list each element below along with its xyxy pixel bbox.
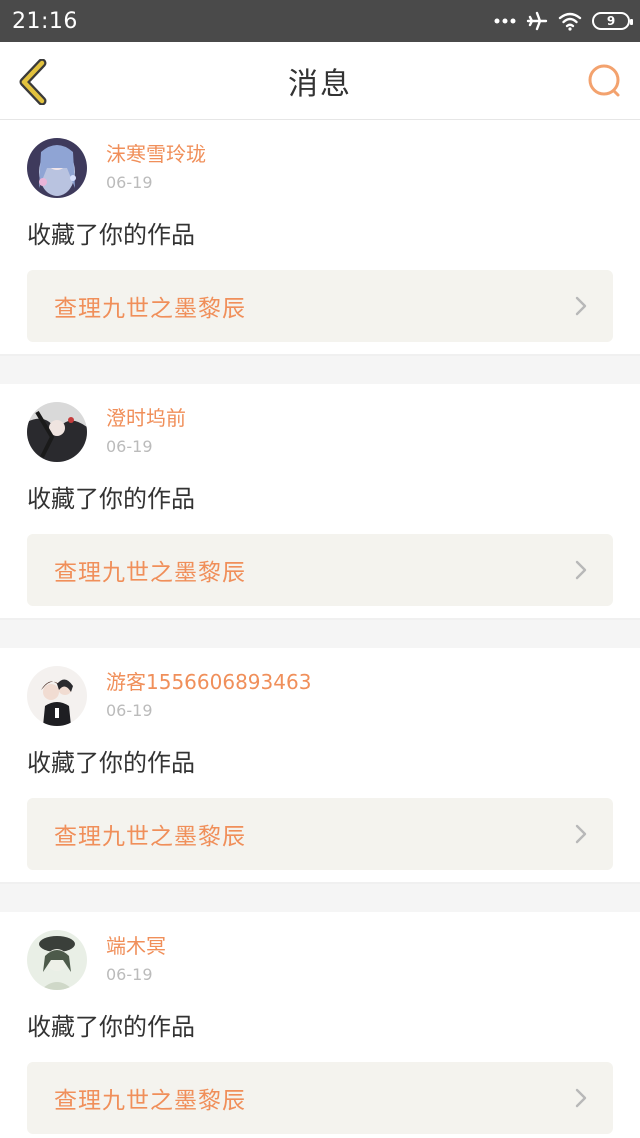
message-card: 端木冥 06-19 收藏了你的作品 查理九世之墨黎辰: [0, 912, 640, 1138]
dots-icon: [494, 17, 516, 25]
chevron-left-icon: [19, 58, 47, 106]
chevron-right-icon: [575, 1088, 587, 1108]
username[interactable]: 澄时坞前: [106, 404, 186, 432]
battery-level: 9: [606, 14, 616, 28]
search-button[interactable]: [586, 62, 624, 100]
work-title: 查理九世之墨黎辰: [54, 560, 246, 586]
message-date: 06-19: [106, 965, 153, 984]
work-title: 查理九世之墨黎辰: [54, 296, 246, 322]
username[interactable]: 游客1556606893463: [106, 668, 311, 696]
back-button[interactable]: [16, 58, 50, 106]
airplane-icon: [526, 11, 548, 31]
message-date: 06-19: [106, 701, 153, 720]
wifi-icon: [558, 11, 582, 31]
message-header: 沫寒雪玲珑 06-19: [27, 138, 613, 198]
battery-icon: 9: [592, 12, 633, 30]
chevron-right-icon: [575, 560, 587, 580]
message-header: 端木冥 06-19: [27, 930, 613, 990]
search-icon: [588, 64, 620, 97]
message-card: 澄时坞前 06-19 收藏了你的作品 查理九世之墨黎辰: [0, 384, 640, 620]
work-title: 查理九世之墨黎辰: [54, 824, 246, 850]
work-link[interactable]: 查理九世之墨黎辰: [27, 270, 613, 342]
work-link[interactable]: 查理九世之墨黎辰: [27, 534, 613, 606]
message-date: 06-19: [106, 173, 153, 192]
avatar[interactable]: [27, 930, 87, 990]
message-date: 06-19: [106, 437, 153, 456]
chevron-right-icon: [575, 296, 587, 316]
work-link[interactable]: 查理九世之墨黎辰: [27, 1062, 613, 1134]
username[interactable]: 沫寒雪玲珑: [106, 140, 206, 168]
message-header: 澄时坞前 06-19: [27, 402, 613, 462]
message-header: 游客1556606893463 06-19: [27, 666, 613, 726]
username[interactable]: 端木冥: [106, 932, 166, 960]
avatar[interactable]: [27, 666, 87, 726]
work-title: 查理九世之墨黎辰: [54, 1088, 246, 1114]
action-text: 收藏了你的作品: [27, 749, 195, 777]
action-text: 收藏了你的作品: [27, 485, 195, 513]
nav-bar: 消息: [0, 42, 640, 120]
chevron-right-icon: [575, 824, 587, 844]
message-list: 沫寒雪玲珑 06-19 收藏了你的作品 查理九世之墨黎辰 澄时坞前 06-19 …: [0, 120, 640, 1138]
status-bar: 21:16 9: [0, 0, 640, 42]
page-title: 消息: [288, 66, 352, 102]
work-link[interactable]: 查理九世之墨黎辰: [27, 798, 613, 870]
action-text: 收藏了你的作品: [27, 1013, 195, 1041]
message-card: 沫寒雪玲珑 06-19 收藏了你的作品 查理九世之墨黎辰: [0, 120, 640, 356]
action-text: 收藏了你的作品: [27, 221, 195, 249]
avatar[interactable]: [27, 138, 87, 198]
status-time: 21:16: [12, 8, 78, 34]
message-card: 游客1556606893463 06-19 收藏了你的作品 查理九世之墨黎辰: [0, 648, 640, 884]
avatar[interactable]: [27, 402, 87, 462]
status-icons: 9: [494, 11, 633, 31]
